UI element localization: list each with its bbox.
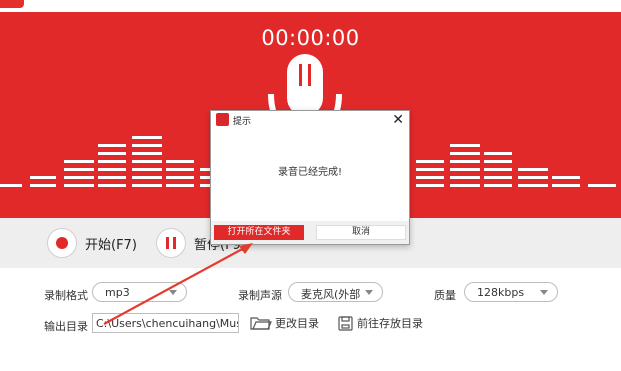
source-select[interactable]: 麦克风(外部 (288, 282, 383, 302)
dialog-footer: 打开所在文件夹 取消 (211, 221, 409, 244)
equalizer-bar (132, 136, 162, 139)
equalizer-bar (98, 168, 126, 171)
source-label: 录制声源 (238, 289, 282, 302)
dropdown-caret-icon (169, 290, 177, 295)
equalizer-bar (132, 184, 162, 187)
equalizer-bar (450, 184, 480, 187)
equalizer-bar (166, 168, 194, 171)
equalizer-bar (98, 160, 126, 163)
equalizer-bar (450, 144, 480, 147)
recording-timer: 00:00:00 (261, 26, 360, 50)
equalizer-bar (132, 168, 162, 171)
equalizer-bar (64, 168, 94, 171)
equalizer-bar (132, 152, 162, 155)
equalizer-bar (416, 160, 444, 163)
equalizer-bar (450, 152, 480, 155)
equalizer-bar (132, 160, 162, 163)
equalizer-bar (552, 184, 580, 187)
open-dir-button[interactable]: 前往存放目录 (338, 313, 423, 333)
equalizer-bar (98, 184, 126, 187)
dialog-message: 录音已经完成! (277, 167, 342, 178)
equalizer-bar (518, 168, 548, 171)
quality-value: 128kbps (477, 286, 525, 299)
change-dir-button[interactable]: 更改目录 (250, 313, 319, 333)
format-value: mp3 (105, 286, 130, 299)
equalizer-bar (416, 168, 444, 171)
app-icon (0, 0, 24, 8)
equalizer-bar (166, 160, 194, 163)
dialog-titlebar: 提示 ✕ (211, 111, 409, 129)
equalizer-bar (30, 184, 56, 187)
equalizer-bar (450, 176, 480, 179)
title-strip (0, 0, 621, 12)
source-value: 麦克风(外部 (301, 288, 361, 301)
equalizer-bar (166, 176, 194, 179)
folder-icon (250, 317, 272, 330)
equalizer-bar (416, 184, 444, 187)
app-icon (216, 113, 229, 126)
settings-row-2: 输出目录 C:\Users\chencuihang\Music 更改目录 前往存… (0, 313, 621, 337)
quality-select[interactable]: 128kbps (464, 282, 558, 302)
record-icon (47, 228, 77, 258)
equalizer-bar (552, 176, 580, 179)
equalizer-bar (484, 168, 512, 171)
equalizer-bar (132, 176, 162, 179)
open-dir-label: 前往存放目录 (357, 317, 423, 330)
equalizer-bar (98, 152, 126, 155)
equalizer-bar (588, 184, 616, 187)
equalizer-bar (98, 144, 126, 147)
format-label: 录制格式 (44, 289, 88, 302)
equalizer-bar (132, 144, 162, 147)
dialog-title: 提示 (233, 117, 252, 127)
equalizer-bar (450, 160, 480, 163)
equalizer-bar (484, 160, 512, 163)
start-label: 开始(F7) (85, 237, 137, 253)
equalizer-bar (64, 176, 94, 179)
cancel-button[interactable]: 取消 (316, 225, 406, 240)
equalizer-bar (484, 184, 512, 187)
equalizer-bar (64, 184, 94, 187)
quality-label: 质量 (434, 289, 456, 302)
save-icon (338, 315, 353, 331)
equalizer-bar (450, 168, 480, 171)
equalizer-bar (416, 176, 444, 179)
equalizer-bar (98, 176, 126, 179)
equalizer-bar (484, 176, 512, 179)
change-dir-label: 更改目录 (275, 317, 319, 330)
equalizer-bar (518, 184, 548, 187)
dropdown-caret-icon (540, 290, 548, 295)
open-folder-button[interactable]: 打开所在文件夹 (214, 225, 304, 240)
output-path-field[interactable]: C:\Users\chencuihang\Music (92, 313, 239, 333)
equalizer-bar (0, 184, 22, 187)
equalizer-bar (518, 176, 548, 179)
equalizer-bar (166, 184, 194, 187)
pause-icon (156, 228, 186, 258)
output-label: 输出目录 (44, 320, 88, 333)
equalizer-bar (484, 152, 512, 155)
equalizer-bar (64, 160, 94, 163)
dropdown-caret-icon (365, 290, 373, 295)
settings-row-1: 录制格式 mp3 录制声源 麦克风(外部 质量 128kbps (0, 282, 621, 306)
completion-dialog: 提示 ✕ 录音已经完成! 打开所在文件夹 取消 (210, 110, 410, 245)
equalizer-bar (30, 176, 56, 179)
close-icon[interactable]: ✕ (392, 111, 404, 129)
start-button[interactable]: 开始(F7) (47, 227, 137, 259)
format-select[interactable]: mp3 (92, 282, 187, 302)
